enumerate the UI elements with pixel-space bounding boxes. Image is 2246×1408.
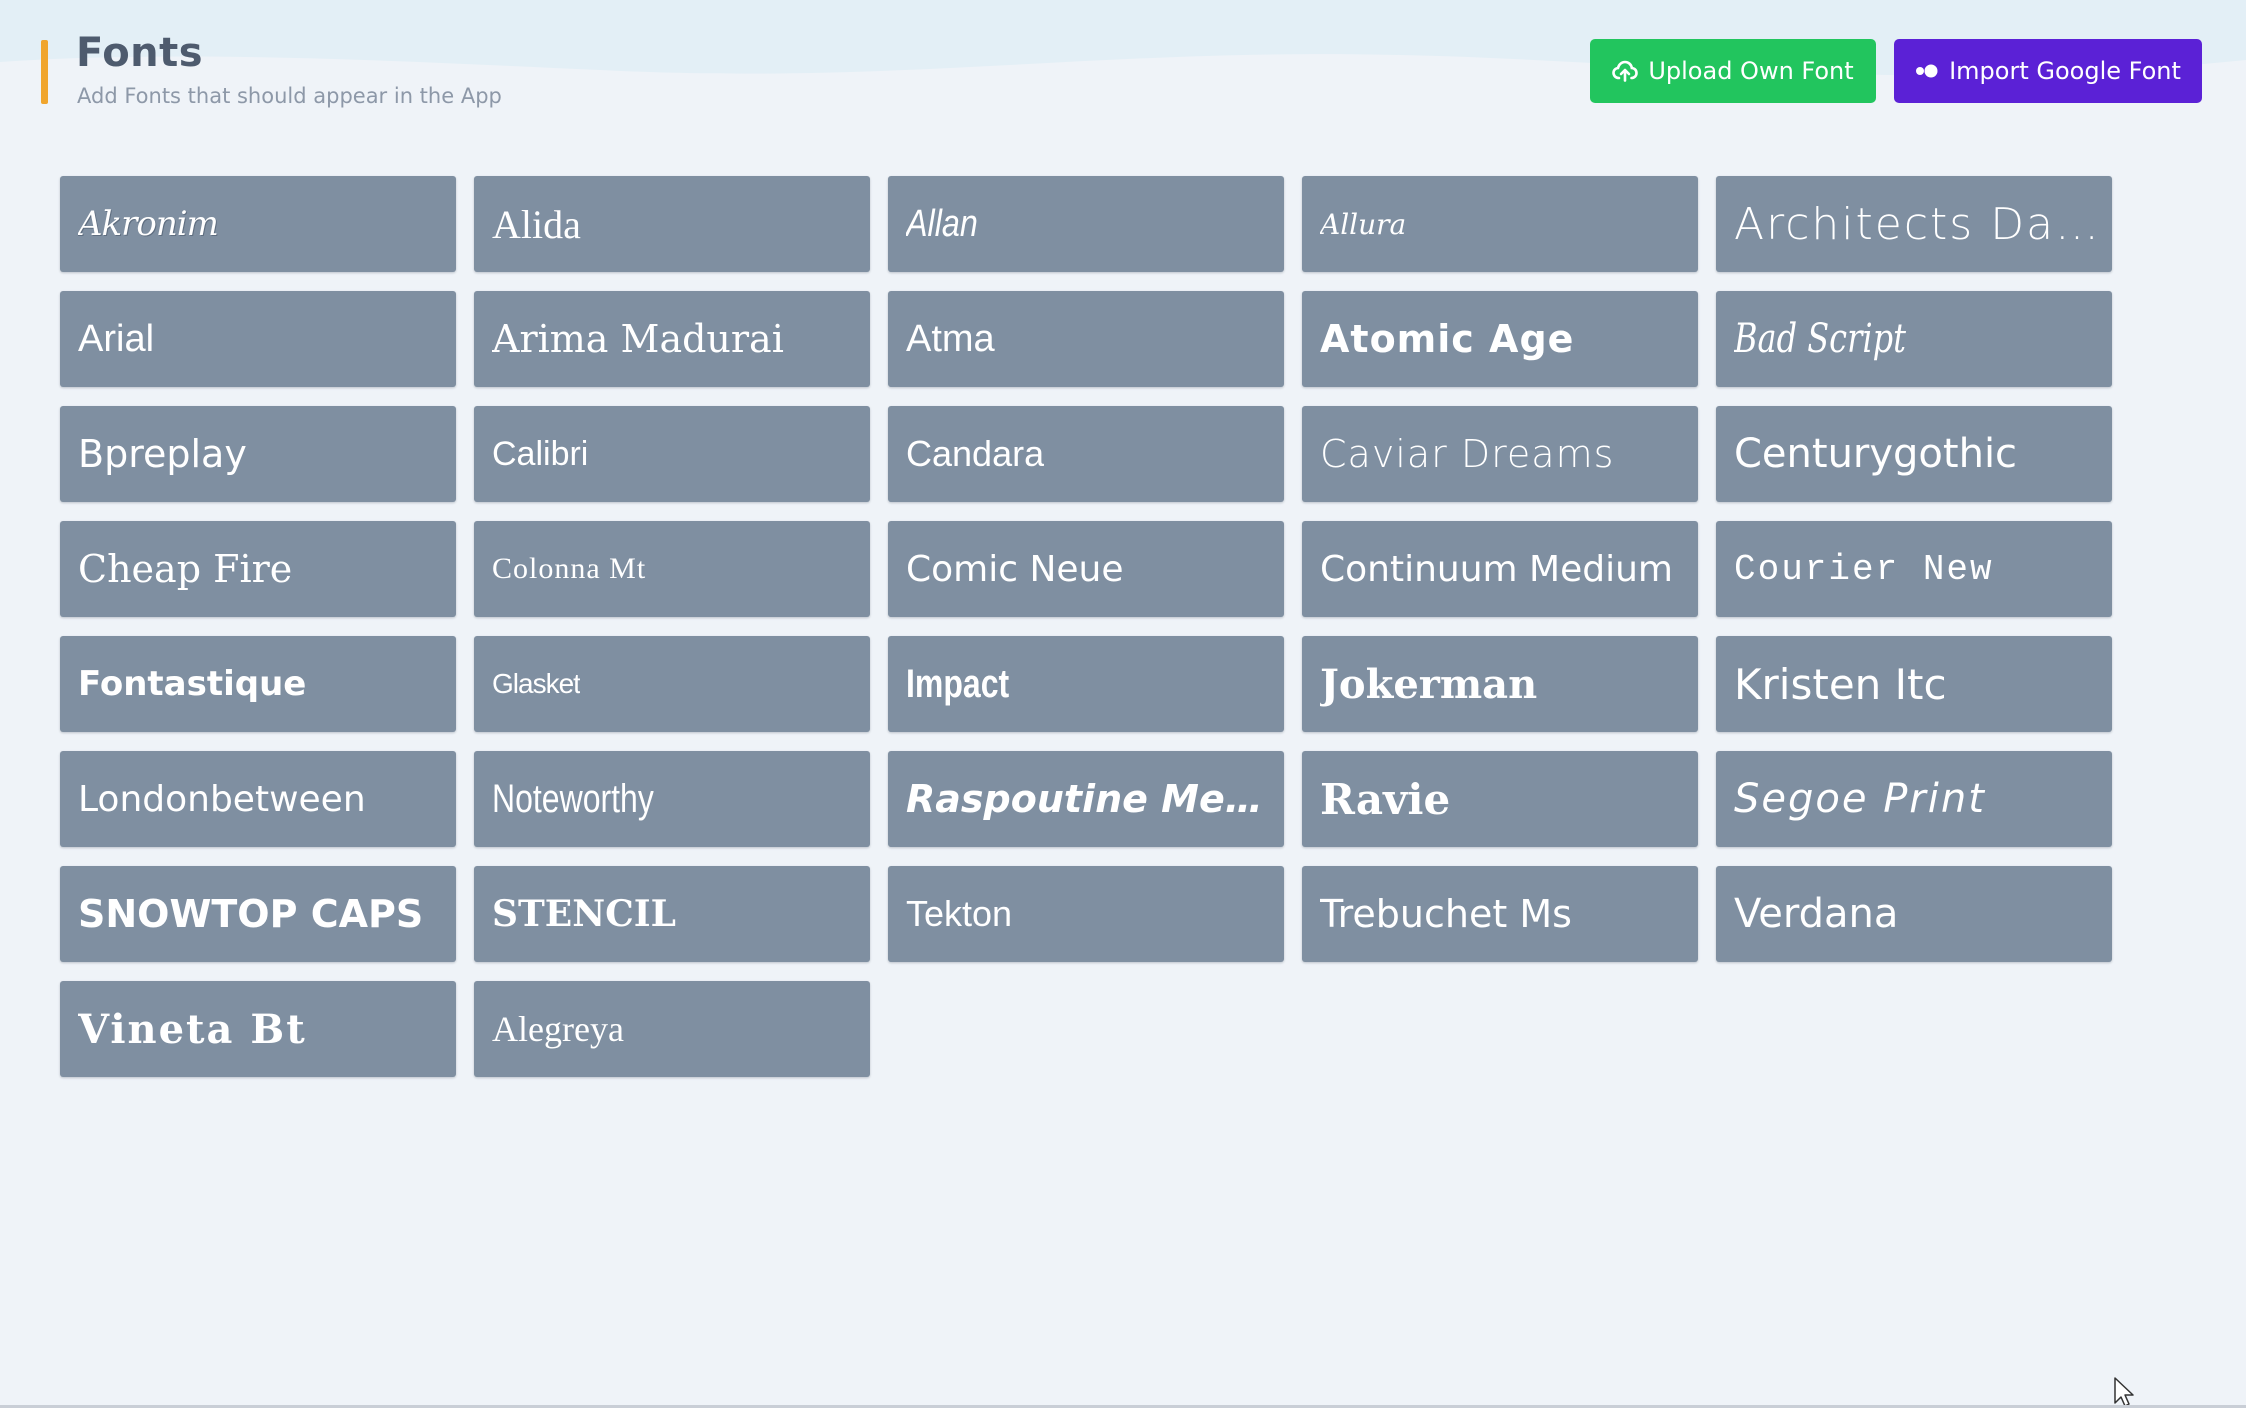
- font-tile-label: Atomic Age: [1320, 317, 1575, 361]
- page-title: Fonts: [76, 30, 204, 76]
- font-tile-label: Jokerman: [1320, 660, 1538, 708]
- font-tile-label: Vineta Bt: [78, 1005, 307, 1053]
- font-tile-label: Centurygothic: [1734, 431, 2018, 477]
- font-tile-label: Architects Da...: [1734, 198, 2100, 250]
- font-tile-tekton[interactable]: Tekton: [888, 866, 1284, 962]
- font-tile-label: Fontastique: [78, 664, 307, 704]
- font-tile-label: Comic Neue: [906, 548, 1124, 590]
- font-tile-colonna-mt[interactable]: Colonna Mt: [474, 521, 870, 617]
- font-tile-label: Courier New: [1734, 548, 1994, 590]
- font-tile-londonbetween[interactable]: Londonbetween: [60, 751, 456, 847]
- font-tile-label: Calibri: [492, 434, 589, 473]
- font-tile-cheap-fire[interactable]: Cheap Fire: [60, 521, 456, 617]
- font-tile-label: Akronim: [78, 204, 218, 244]
- font-tile-impact[interactable]: Impact: [888, 636, 1284, 732]
- font-tile-label: Candara: [906, 433, 1045, 474]
- font-tile-alida[interactable]: Alida: [474, 176, 870, 272]
- font-tile-trebuchet-ms[interactable]: Trebuchet Ms: [1302, 866, 1698, 962]
- font-tile-label: Atma: [906, 317, 995, 360]
- font-tile-label: Continuum Medium: [1320, 548, 1674, 590]
- font-tile-label: Allura: [1320, 207, 1407, 241]
- font-tile-bad-script[interactable]: Bad Script: [1716, 291, 2112, 387]
- upload-own-font-label: Upload Own Font: [1648, 57, 1854, 85]
- font-tile-label: Allan: [906, 202, 978, 245]
- font-tile-calibri[interactable]: Calibri: [474, 406, 870, 502]
- font-tile-caviar-dreams[interactable]: Caviar Dreams: [1302, 406, 1698, 502]
- font-tile-label: Raspoutine Medium: [906, 777, 1272, 821]
- font-tile-label: STENCIL: [492, 893, 676, 935]
- font-tile-atomic-age[interactable]: Atomic Age: [1302, 291, 1698, 387]
- font-tile-snowtop-caps[interactable]: Snowtop Caps: [60, 866, 456, 962]
- font-tile-fontastique[interactable]: Fontastique: [60, 636, 456, 732]
- toggle-dots-icon: [1916, 64, 1938, 78]
- font-tile-label: Cheap Fire: [78, 547, 293, 591]
- cloud-upload-icon: [1612, 60, 1639, 82]
- page-subtitle: Add Fonts that should appear in the App: [77, 84, 502, 108]
- font-tile-label: Snowtop Caps: [78, 892, 424, 936]
- font-tile-label: Alegreya: [492, 1009, 624, 1049]
- font-tile-stencil[interactable]: STENCIL: [474, 866, 870, 962]
- font-tile-raspoutine-medium[interactable]: Raspoutine Medium: [888, 751, 1284, 847]
- font-tile-label: Londonbetween: [78, 778, 366, 820]
- title-accent-bar: [41, 40, 48, 104]
- font-tile-label: Ravie: [1320, 774, 1451, 824]
- font-tile-label: Trebuchet Ms: [1320, 892, 1572, 936]
- font-tile-jokerman[interactable]: Jokerman: [1302, 636, 1698, 732]
- font-tile-allan[interactable]: Allan: [888, 176, 1284, 272]
- font-tile-label: Bad Script: [1734, 316, 1906, 362]
- font-tile-label: Arial: [78, 317, 155, 360]
- upload-own-font-button[interactable]: Upload Own Font: [1590, 39, 1876, 103]
- mouse-pointer-icon: [2114, 1377, 2134, 1407]
- font-tile-courier-new[interactable]: Courier New: [1716, 521, 2112, 617]
- page-header: Fonts Add Fonts that should appear in th…: [0, 0, 2246, 130]
- font-tile-label: Noteworthy: [492, 776, 654, 821]
- font-tile-segoe-print[interactable]: Segoe Print: [1716, 751, 2112, 847]
- font-tile-label: Caviar Dreams: [1320, 432, 1615, 476]
- font-tile-kristen-itc[interactable]: Kristen Itc: [1716, 636, 2112, 732]
- font-tile-allura[interactable]: Allura: [1302, 176, 1698, 272]
- font-grid: Akronim Alida Allan Allura Architects Da…: [60, 176, 2112, 1077]
- font-tile-verdana[interactable]: Verdana: [1716, 866, 2112, 962]
- font-tile-label: Arima Madurai: [492, 317, 784, 361]
- font-tile-arial[interactable]: Arial: [60, 291, 456, 387]
- font-tile-architects-daughter[interactable]: Architects Da...: [1716, 176, 2112, 272]
- font-tile-label: Impact: [906, 661, 1010, 706]
- font-tile-label: Glasket: [492, 668, 580, 699]
- font-tile-label: Tekton: [906, 893, 1013, 934]
- font-tile-akronim[interactable]: Akronim: [60, 176, 456, 272]
- font-tile-arima-madurai[interactable]: Arima Madurai: [474, 291, 870, 387]
- font-tile-ravie[interactable]: Ravie: [1302, 751, 1698, 847]
- font-tile-candara[interactable]: Candara: [888, 406, 1284, 502]
- font-tile-bpreplay[interactable]: Bpreplay: [60, 406, 456, 502]
- font-tile-centurygothic[interactable]: Centurygothic: [1716, 406, 2112, 502]
- font-tile-noteworthy[interactable]: Noteworthy: [474, 751, 870, 847]
- font-tile-glasket[interactable]: Glasket: [474, 636, 870, 732]
- font-tile-alegreya[interactable]: Alegreya: [474, 981, 870, 1077]
- font-tile-label: Alida: [492, 201, 581, 247]
- font-tile-label: Colonna Mt: [492, 552, 647, 585]
- font-tile-vineta-bt[interactable]: Vineta Bt: [60, 981, 456, 1077]
- font-tile-continuum-medium[interactable]: Continuum Medium: [1302, 521, 1698, 617]
- font-tile-comic-neue[interactable]: Comic Neue: [888, 521, 1284, 617]
- font-tile-atma[interactable]: Atma: [888, 291, 1284, 387]
- import-google-font-button[interactable]: Import Google Font: [1894, 39, 2202, 103]
- font-tile-label: Kristen Itc: [1734, 659, 1947, 709]
- font-tile-label: Bpreplay: [78, 432, 247, 476]
- import-google-font-label: Import Google Font: [1949, 57, 2181, 85]
- font-tile-label: Segoe Print: [1734, 776, 1986, 822]
- font-tile-label: Verdana: [1734, 891, 1899, 937]
